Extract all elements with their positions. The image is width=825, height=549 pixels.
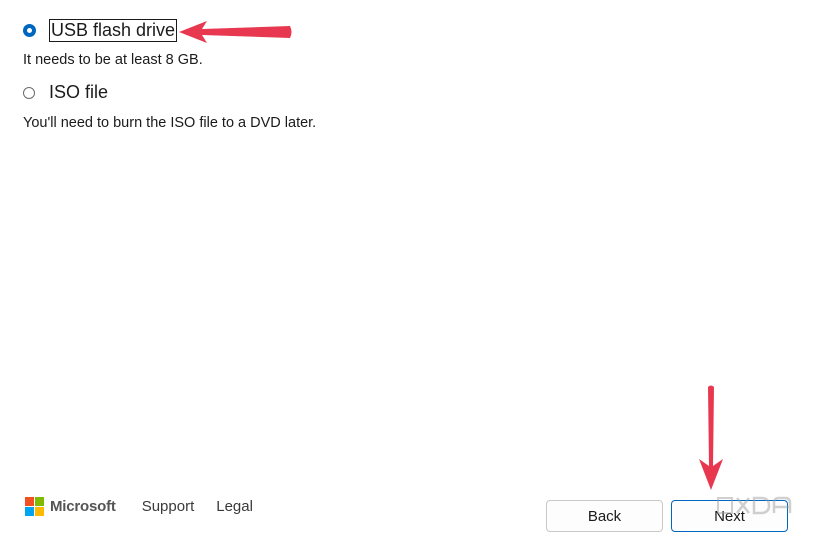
iso-file-radio[interactable]	[23, 86, 35, 99]
back-button[interactable]: Back	[546, 500, 663, 532]
support-link[interactable]: Support	[142, 498, 195, 515]
iso-file-description: You'll need to burn the ISO file to a DV…	[23, 115, 317, 131]
usb-flash-drive-option[interactable]: USB flash drive	[23, 19, 178, 42]
iso-file-option[interactable]: ISO file	[23, 82, 108, 103]
microsoft-logo-icon	[25, 497, 44, 516]
usb-flash-drive-radio[interactable]	[23, 24, 36, 37]
microsoft-brand-text: Microsoft	[50, 498, 116, 515]
usb-flash-drive-label[interactable]: USB flash drive	[48, 19, 178, 42]
iso-file-label[interactable]: ISO file	[49, 82, 108, 103]
legal-link[interactable]: Legal	[216, 498, 253, 515]
usb-flash-drive-description: It needs to be at least 8 GB.	[23, 52, 203, 68]
annotation-arrow-left-icon	[179, 21, 292, 43]
footer: Microsoft Support Legal	[25, 497, 275, 516]
xda-watermark-icon	[717, 496, 792, 515]
annotation-arrow-down-icon	[699, 385, 723, 490]
